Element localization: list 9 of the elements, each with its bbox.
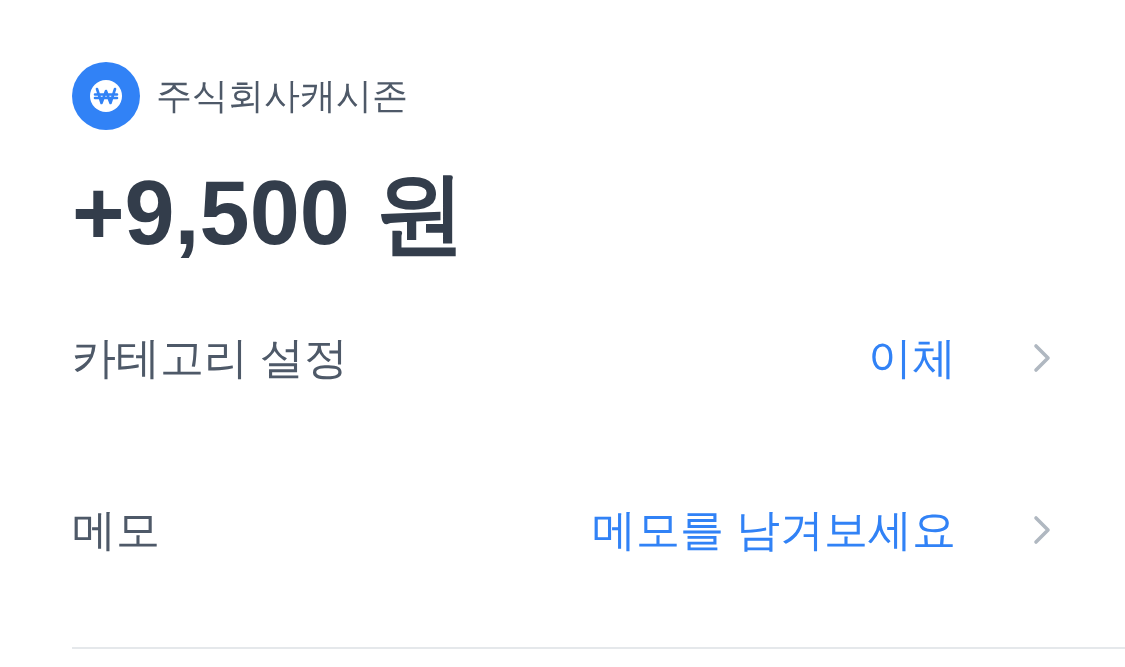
row-value-button[interactable]: 이체 [868, 331, 1052, 385]
row-label: 메모 [72, 504, 160, 556]
amount-text: +9,500 원 [72, 163, 465, 263]
row-label: 카테고리 설정 [72, 332, 349, 384]
chevron-right-icon [1032, 514, 1052, 546]
won-coin-icon [72, 62, 140, 130]
merchant-name: 주식회사캐시존 [156, 74, 408, 118]
chevron-right-icon [1032, 342, 1052, 374]
memo-input-button[interactable]: 메모를 남겨보세요 [591, 503, 1052, 557]
